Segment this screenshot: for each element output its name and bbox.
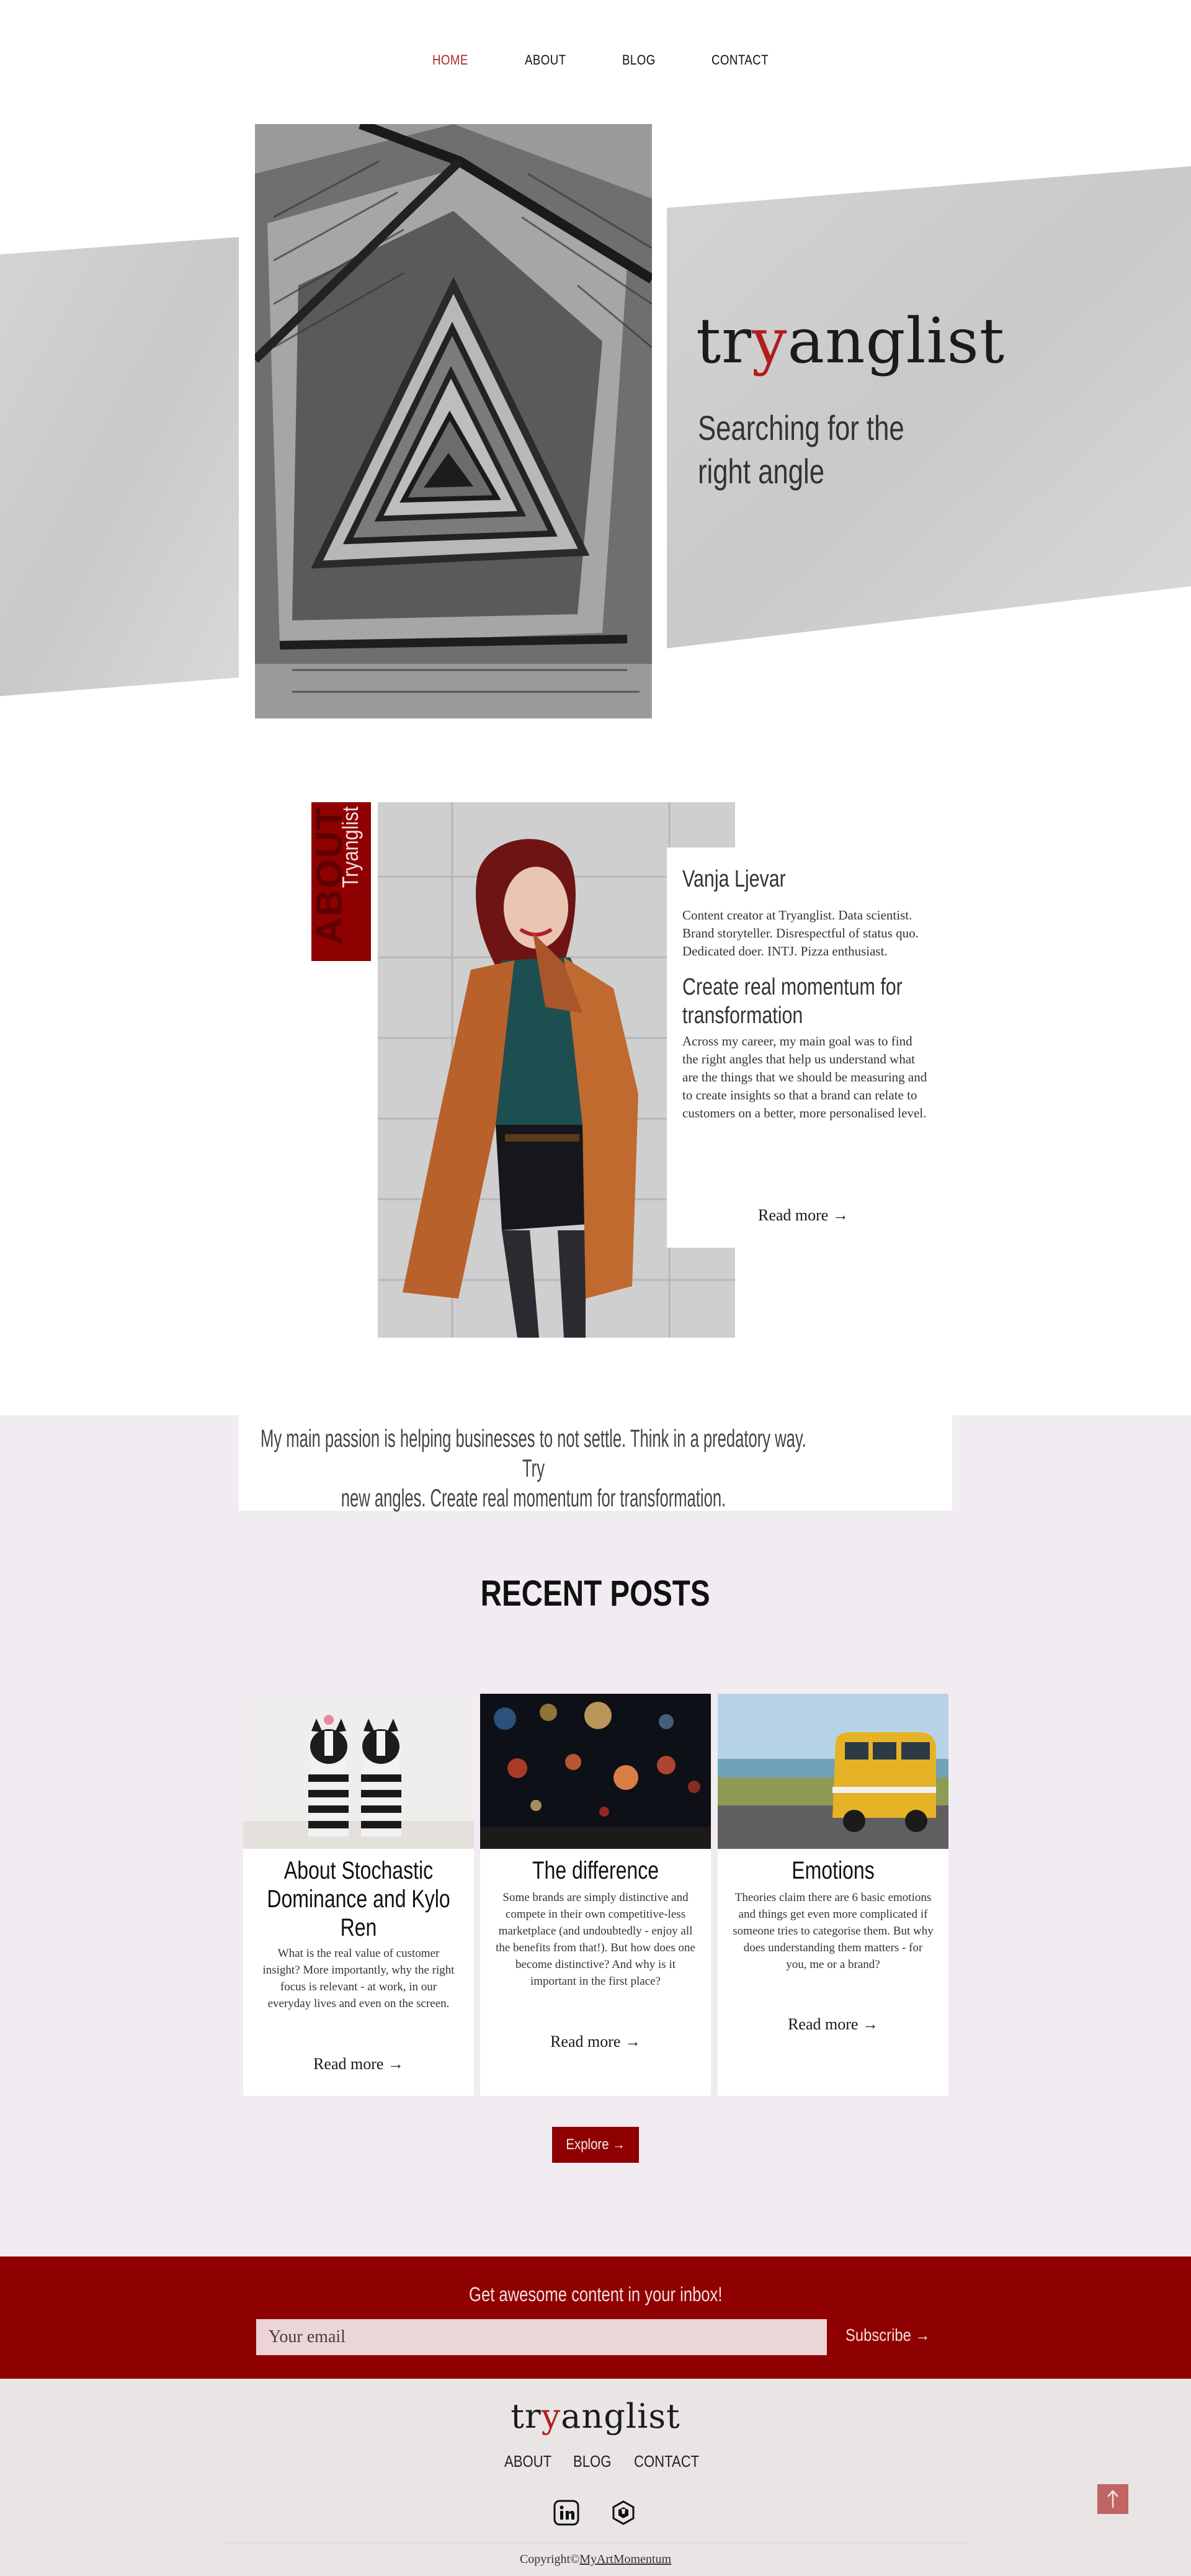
linkedin-icon[interactable]	[553, 2499, 580, 2526]
about-heading: Create real momentum for transformation	[682, 974, 903, 1029]
email-input[interactable]	[256, 2319, 827, 2355]
post-read-more-link[interactable]: Read more →	[480, 2033, 711, 2051]
recent-posts-heading: RECENT POSTS	[481, 1573, 710, 1614]
author-bio: Content creator at Tryanglist. Data scie…	[682, 908, 919, 959]
footer: tryanglist ABOUT BLOG CONTACT Copyright©…	[0, 2379, 1191, 2576]
footer-blog-link[interactable]: BLOG	[573, 2452, 611, 2471]
post-read-more-link[interactable]: Read more →	[243, 2055, 474, 2073]
back-to-top-button[interactable]	[1097, 2484, 1128, 2514]
about-read-more-link[interactable]: Read more →	[758, 1206, 849, 1225]
post-title[interactable]: Emotions	[718, 1856, 948, 1885]
subscribe-button[interactable]: Subscribe →	[845, 2325, 930, 2345]
post-card[interactable]: The difference Some brands are simply di…	[480, 1694, 711, 2096]
post-excerpt: Theories claim there are 6 basic emotion…	[733, 1891, 934, 1971]
about-vertical-tab: ABOUT Tryanglist	[308, 802, 371, 961]
footer-logo[interactable]: tryanglist	[0, 2400, 1191, 2433]
arrow-up-icon	[1107, 2490, 1118, 2508]
post-title[interactable]: The difference	[480, 1856, 711, 1885]
post-thumbnail-van	[718, 1694, 948, 1849]
post-thumbnail-bokeh	[480, 1694, 711, 1849]
author-name: Vanja Ljevar	[682, 866, 786, 892]
explore-button[interactable]: Explore →	[552, 2127, 639, 2163]
passion-quote: My main passion is helping businesses to…	[239, 1415, 952, 1512]
about-tab-subtitle: Tryanglist	[337, 806, 363, 888]
copyright-link[interactable]: MyArtMomentum	[579, 2552, 671, 2566]
hexagon-badge-icon[interactable]	[610, 2499, 637, 2526]
post-card[interactable]: About Stochastic Dominance and Kylo Ren …	[243, 1694, 474, 2096]
newsletter-section: Get awesome content in your inbox! Subsc…	[0, 2256, 1191, 2379]
footer-about-link[interactable]: ABOUT	[504, 2452, 551, 2471]
post-read-more-link[interactable]: Read more →	[718, 2015, 948, 2034]
post-thumbnail-dogs	[243, 1694, 474, 1849]
hero-logo: tryanglist	[696, 305, 1006, 377]
newsletter-title: Get awesome content in your inbox!	[468, 2283, 723, 2305]
post-excerpt: Some brands are simply distinctive and c…	[496, 1891, 695, 1988]
hero-tagline: Searching for the right angle	[698, 408, 904, 491]
post-card[interactable]: Emotions Theories claim there are 6 basi…	[718, 1694, 948, 2096]
about-text: Across my career, my main goal was to fi…	[682, 1034, 927, 1120]
staircase-photo	[255, 124, 652, 718]
about-card: Vanja Ljevar Content creator at Tryangli…	[667, 847, 946, 1248]
footer-divider	[223, 2542, 968, 2543]
copyright: Copyright©MyArtMomentum	[519, 2552, 672, 2566]
post-title[interactable]: About Stochastic Dominance and Kylo Ren	[243, 1856, 474, 1942]
hero-section: tryanglist Searching for the right angle	[0, 0, 1191, 745]
footer-contact-link[interactable]: CONTACT	[634, 2452, 699, 2471]
post-excerpt: What is the real value of customer insig…	[262, 1947, 455, 2010]
